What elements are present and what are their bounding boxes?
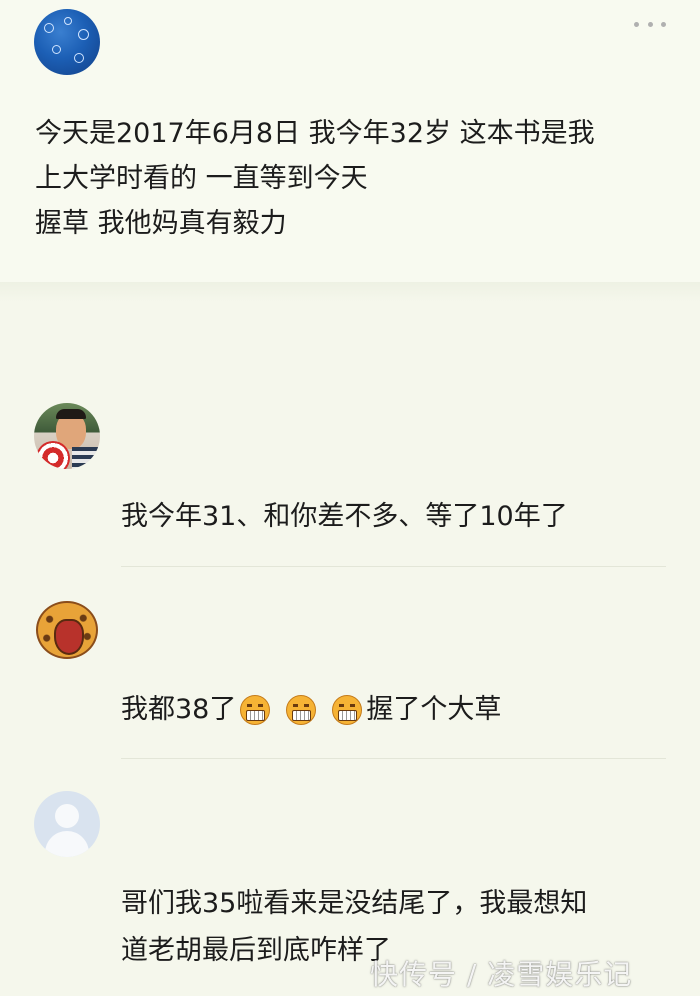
comment-text-before: 我都38了 — [121, 694, 237, 725]
watermark: 快传号 / 凌雪娱乐记 — [370, 958, 633, 991]
user-avatar[interactable] — [34, 9, 100, 75]
post-card: 今天是2017年6月8日 我今年32岁 这本书是我 上大学时看的 一直等到今天 … — [0, 0, 700, 285]
comment-text-after: 握了个大草 — [366, 694, 502, 725]
post-text: 今天是2017年6月8日 我今年32岁 这本书是我 上大学时看的 一直等到今天 … — [35, 118, 595, 239]
comment-text-with-emoji: 我都38了 握了个大草 — [121, 686, 501, 733]
more-dots-icon[interactable] — [634, 19, 666, 29]
comment-text: 我今年31、和你差不多、等了10年了 — [121, 501, 568, 532]
angry-face-emoji-icon — [240, 694, 271, 725]
angry-face-emoji-icon — [286, 694, 317, 725]
comment-separator — [121, 758, 666, 759]
comment-avatar-man[interactable] — [34, 403, 100, 469]
comment-separator — [121, 566, 666, 567]
angry-face-emoji-icon — [332, 694, 363, 725]
section-divider — [0, 282, 700, 302]
comment-avatar-default-user-icon[interactable] — [34, 791, 100, 857]
comment-avatar-lion[interactable] — [34, 597, 100, 663]
